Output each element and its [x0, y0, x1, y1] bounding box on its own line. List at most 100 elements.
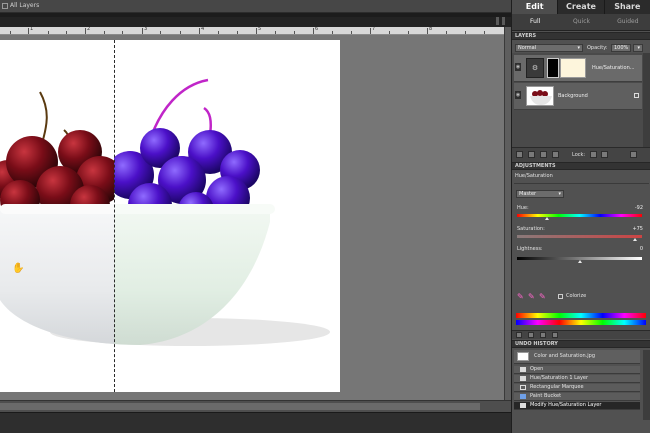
view-previous-icon[interactable] — [528, 332, 534, 338]
history-item[interactable]: Rectangular Marquee — [514, 384, 640, 392]
lightness-value[interactable]: 0 — [640, 246, 643, 252]
undo-history-panel-header[interactable]: UNDO HISTORY — [512, 340, 650, 348]
layer-mask-icon[interactable] — [552, 151, 559, 158]
lock-transparent-icon[interactable] — [590, 151, 597, 158]
history-item[interactable]: Hue/Saturation 1 Layer — [514, 375, 640, 383]
adjustments-panel-header[interactable]: ADJUSTMENTS — [512, 162, 650, 170]
document-image[interactable]: ✋ — [0, 40, 340, 392]
clip-icon[interactable] — [516, 332, 522, 338]
saturation-slider[interactable] — [517, 235, 642, 241]
adjustment-layer-icon — [520, 403, 526, 408]
ruler-tick — [142, 28, 143, 34]
vertical-scrollbar[interactable] — [504, 27, 511, 400]
tab-strip-background — [0, 17, 511, 27]
history-item-label: Rectangular Marquee — [530, 384, 584, 390]
ruler-number: 6 — [315, 27, 319, 32]
saturation-slider-handle[interactable] — [632, 238, 637, 241]
adjustment-name: Hue/Saturation — [515, 173, 553, 179]
photo-editor-window: All Layers 1 2 3 4 5 6 7 8 ✋ Edit Create… — [0, 0, 650, 433]
document-tab-strip — [0, 13, 511, 27]
layers-scrollbar[interactable] — [643, 53, 650, 147]
layers-panel-header[interactable]: LAYERS — [512, 32, 650, 40]
paint-bucket-icon — [520, 394, 526, 399]
lock-all-icon[interactable] — [601, 151, 608, 158]
adjustment-layer-icon[interactable] — [540, 151, 547, 158]
hand-cursor-icon: ✋ — [12, 263, 25, 274]
all-layers-checkbox[interactable] — [2, 3, 8, 9]
blend-mode-dropdown[interactable]: Normal ▾ — [515, 44, 583, 52]
ruler-tick — [48, 31, 49, 34]
visibility-eye-icon[interactable]: ◉ — [515, 91, 521, 99]
ruler-tick — [160, 31, 161, 34]
marquee-icon — [520, 385, 526, 390]
lock-icon — [634, 93, 639, 98]
horizontal-scrollbar[interactable] — [0, 400, 511, 412]
adjustments-toolbar — [512, 330, 650, 339]
panel-grip-icon[interactable] — [502, 17, 505, 25]
hue-value[interactable]: -92 — [635, 205, 643, 211]
history-item-label: Hue/Saturation 1 Layer — [530, 375, 589, 381]
ruler-tick — [389, 31, 390, 34]
channel-dropdown[interactable]: Master ▾ — [516, 190, 564, 198]
hue-slider[interactable] — [517, 214, 642, 220]
panel-bin: Edit Create Share Full Quick Guided LAYE… — [511, 0, 650, 433]
history-item[interactable]: Open — [514, 366, 640, 374]
ruler-number: 3 — [144, 27, 148, 32]
project-bin-bar — [0, 412, 511, 433]
opacity-value: 100% — [614, 45, 629, 51]
ruler-tick — [370, 28, 371, 34]
eyedropper-plus-icon[interactable]: ✎ — [528, 292, 535, 301]
scrollbar-thumb[interactable] — [0, 403, 480, 410]
visibility-eye-icon[interactable]: ◉ — [515, 63, 521, 71]
history-snapshot[interactable]: Color and Saturation.jpg — [514, 350, 640, 364]
channel-value: Master — [519, 191, 537, 197]
eyedropper-minus-icon[interactable]: ✎ — [539, 292, 546, 301]
trash-icon[interactable] — [630, 151, 637, 158]
tab-full[interactable]: Full — [512, 14, 558, 30]
reset-icon[interactable] — [540, 332, 546, 338]
new-group-icon[interactable] — [528, 151, 535, 158]
ruler-tick — [180, 31, 181, 34]
tab-edit[interactable]: Edit — [512, 0, 559, 14]
layers-list: ◉ ⚙ Hue/Saturation... ◉ Background — [512, 53, 650, 147]
lightness-slider[interactable] — [517, 257, 642, 263]
history-item-selected[interactable]: Modify Hue/Saturation Layer — [514, 402, 640, 410]
colorize-checkbox[interactable] — [558, 294, 563, 299]
history-scrollbar[interactable] — [643, 350, 650, 420]
divider — [514, 183, 649, 184]
ruler-tick — [104, 31, 105, 34]
tab-create[interactable]: Create — [558, 0, 605, 14]
ruler-tick — [313, 28, 314, 34]
opacity-slider-button[interactable]: ▾ — [633, 44, 643, 52]
eyedropper-icon[interactable]: ✎ — [517, 292, 524, 301]
ruler-tick — [28, 28, 29, 34]
ruler-tick — [484, 31, 485, 34]
colorize-label: Colorize — [566, 293, 587, 299]
opacity-label: Opacity: — [587, 45, 608, 51]
visibility-toggle-icon[interactable] — [552, 332, 558, 338]
new-layer-icon[interactable] — [516, 151, 523, 158]
tab-quick[interactable]: Quick — [558, 14, 604, 30]
history-item[interactable]: Paint Bucket — [514, 393, 640, 401]
layer-row-hue-saturation[interactable]: ◉ ⚙ Hue/Saturation... — [514, 55, 642, 82]
ruler-tick — [10, 31, 11, 34]
ruler-number: 1 — [30, 27, 34, 32]
hue-slider-handle[interactable] — [545, 217, 549, 220]
input-color-bar — [516, 313, 646, 318]
ruler-tick — [122, 31, 123, 34]
tab-guided[interactable]: Guided — [605, 14, 650, 30]
ruler-tick — [446, 31, 447, 34]
mode-tabs: Edit Create Share — [512, 0, 650, 14]
ruler-tick — [66, 31, 67, 34]
saturation-value[interactable]: +75 — [632, 226, 643, 232]
lightness-slider-handle[interactable] — [577, 260, 582, 263]
panel-grip-icon[interactable] — [496, 17, 499, 25]
cherry-bowl-photo — [0, 78, 330, 346]
hue-label: Hue: — [517, 205, 529, 211]
opacity-field[interactable]: 100% — [611, 44, 631, 52]
canvas-area[interactable]: ✋ — [0, 35, 504, 400]
layer-row-background[interactable]: ◉ Background — [514, 83, 642, 110]
tab-share[interactable]: Share — [605, 0, 650, 14]
ruler-tick — [465, 31, 466, 34]
history-item-label: Open — [530, 366, 544, 372]
